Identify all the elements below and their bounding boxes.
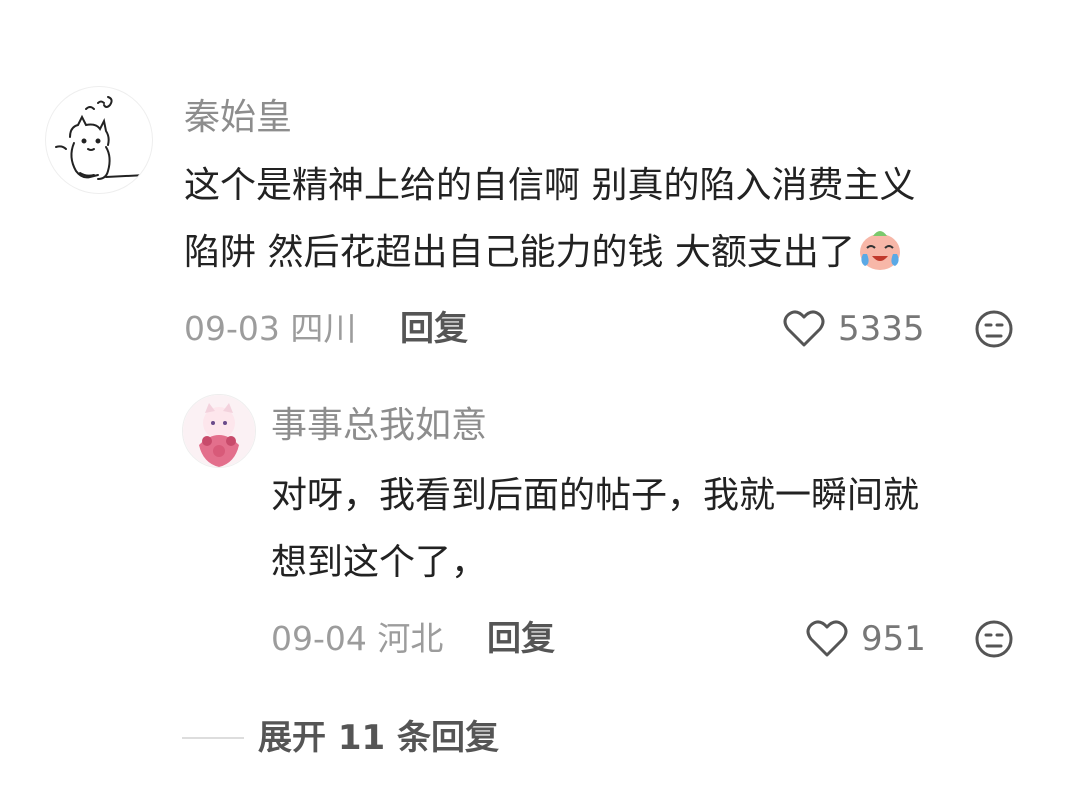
comment-meta: 09-03 四川 [184, 309, 356, 349]
comment-reply-button[interactable]: 回复 [400, 309, 468, 349]
avatar[interactable] [45, 86, 153, 194]
reply-date: 09-04 [271, 619, 367, 658]
reply-avatar[interactable] [182, 394, 256, 468]
heart-outline-icon [783, 310, 825, 347]
reply-like-count: 951 [861, 619, 926, 659]
comment-date: 09-03 [184, 309, 280, 348]
comment-location: 四川 [290, 309, 357, 348]
comment-thread: 秦始皇 这个是精神上给的自信啊 别真的陷入消费主义 陷阱 然后花超出自己能力的钱… [0, 0, 1078, 803]
heart-outline-icon [806, 620, 848, 657]
reply-reply-button[interactable]: 回复 [487, 619, 555, 659]
comment-text-line1: 这个是精神上给的自信啊 别真的陷入消费主义 [184, 165, 916, 206]
comment-like-button[interactable]: 5335 [782, 309, 925, 349]
expand-divider [182, 737, 244, 739]
comment-text-line2-wrapper: 陷阱 然后花超出自己能力的钱 大额支出了 [184, 222, 905, 284]
comment-like-count: 5335 [838, 309, 925, 349]
reply-location: 河北 [377, 619, 444, 658]
comment-dislike-button[interactable] [974, 309, 1014, 353]
expand-replies-button[interactable]: 展开 11 条回复 [258, 718, 499, 758]
reply-dislike-button[interactable] [974, 619, 1014, 663]
reply-text-line1: 对呀，我看到后面的帖子，我就一瞬间就 [271, 475, 920, 516]
comment-username[interactable]: 秦始皇 [184, 96, 292, 140]
frown-face-icon [975, 310, 1013, 348]
reply-username[interactable]: 事事总我如意 [271, 404, 487, 448]
reply-like-button[interactable]: 951 [805, 619, 926, 659]
frown-face-icon [975, 620, 1013, 658]
reply-text-line2: 想到这个了， [271, 542, 488, 583]
reply-meta: 09-04 河北 [271, 619, 443, 659]
cat-sketch-avatar-image [55, 96, 147, 180]
comment-text-line2: 陷阱 然后花超出自己能力的钱 大额支出了 [184, 232, 855, 273]
anime-girl-avatar-image [183, 395, 255, 467]
crying-laughing-emoji-icon [859, 231, 900, 270]
